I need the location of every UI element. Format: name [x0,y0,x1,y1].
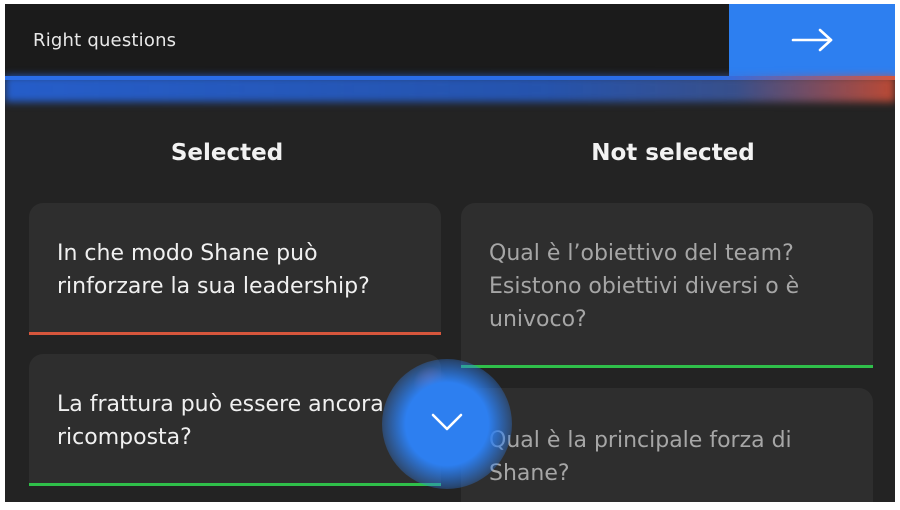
scroll-down-button[interactable] [382,359,512,489]
app-frame: Right questions Selected Not selected In… [5,4,895,502]
card-accent-bar [29,332,441,335]
question-text: In che modo Shane può rinforzare la sua … [57,241,370,299]
arrow-right-icon [791,28,833,52]
next-button[interactable] [729,4,895,76]
page-title: Right questions [33,30,177,51]
not-selected-column-title: Not selected [591,140,755,166]
question-text: Qual è l’obiettivo del team? Esistono ob… [489,241,800,332]
not-selected-question-card[interactable]: Qual è l’obiettivo del team? Esistono ob… [461,203,873,368]
question-text: Qual è la principale forza di Shane? [489,428,792,486]
card-accent-bar [29,483,441,486]
selected-column-title: Selected [170,140,284,166]
not-selected-question-card[interactable]: Qual è la principale forza di Shane? [461,388,873,502]
header: Right questions [5,4,895,76]
question-text: La frattura può essere ancora ricomposta… [57,392,384,450]
selected-question-card[interactable]: In che modo Shane può rinforzare la sua … [29,203,441,335]
selected-question-card[interactable]: La frattura può essere ancora ricomposta… [29,354,441,486]
card-accent-bar [461,365,873,368]
chevron-down-icon [431,413,463,431]
header-glow-line [5,76,895,80]
